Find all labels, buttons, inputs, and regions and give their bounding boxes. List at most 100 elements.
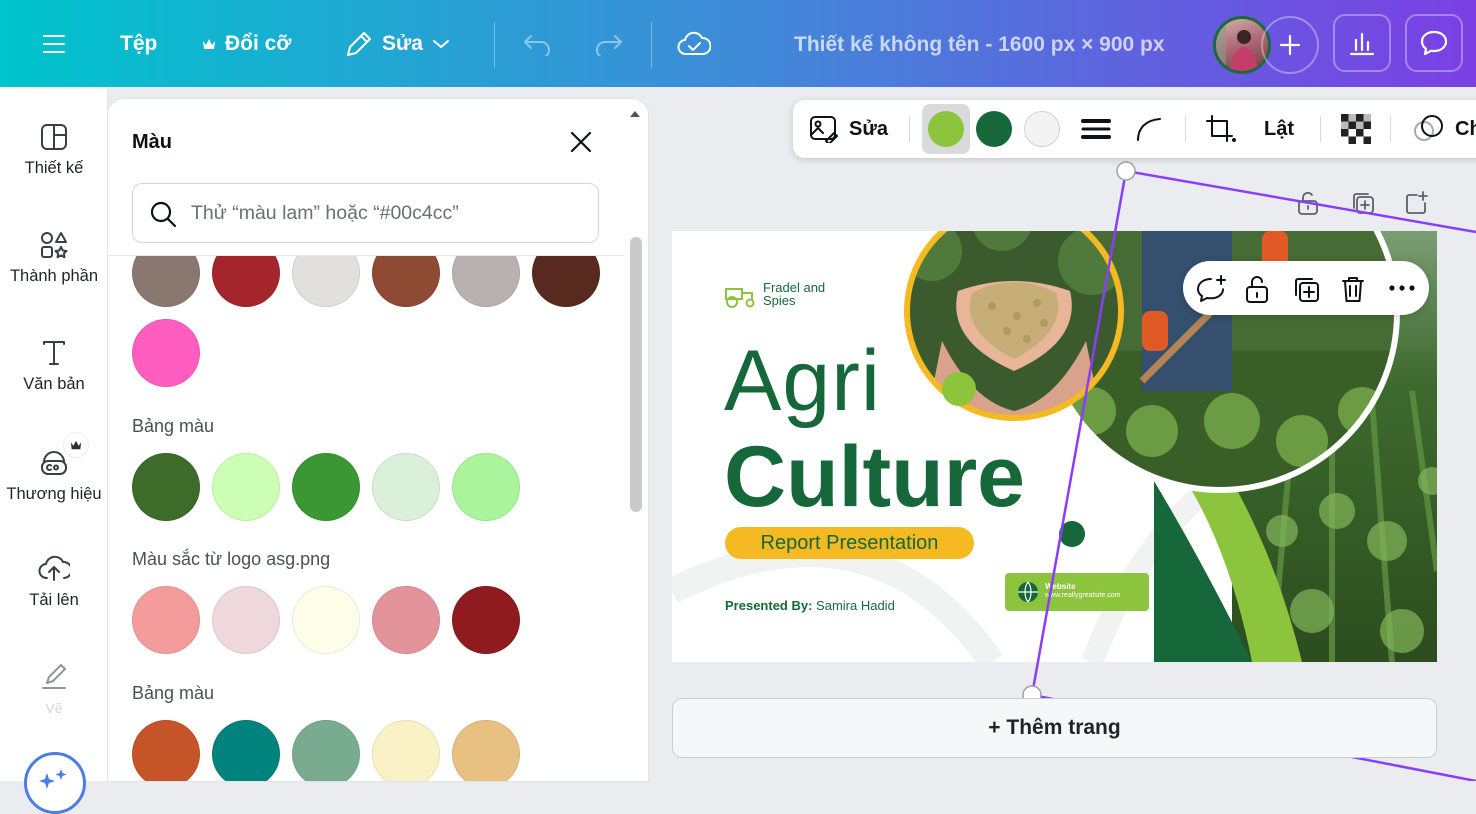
divider [494, 22, 495, 68]
resize-label: Đổi cỡ [225, 31, 292, 55]
save-status-button[interactable] [677, 0, 711, 87]
color-list: Bảng màu Màu sắc từ logo asg.png Bảng mà… [108, 255, 624, 781]
menu-button[interactable] [42, 0, 66, 87]
color-swatch[interactable] [452, 586, 520, 654]
color-swatch[interactable] [452, 453, 520, 521]
globe-icon [1018, 581, 1038, 603]
comments-button[interactable] [1405, 14, 1463, 72]
flip-button[interactable]: Lật [1264, 100, 1294, 158]
color-swatch[interactable] [372, 256, 440, 307]
duplicate-page-button[interactable] [1350, 190, 1376, 216]
color-swatch[interactable] [132, 319, 200, 387]
cloud-upload-icon [38, 555, 70, 581]
color-swatch[interactable] [292, 720, 360, 781]
corner-radius-icon [1137, 118, 1161, 141]
rotate-handle[interactable] [1116, 161, 1136, 181]
website-label: Website [1045, 582, 1076, 591]
edit-mode-label: Sửa [382, 31, 423, 55]
unlock-icon [1246, 276, 1268, 303]
insights-button[interactable] [1333, 14, 1391, 72]
document-title[interactable]: Thiết kế không tên - 1600 px × 900 px [794, 0, 1165, 87]
color-swatch[interactable] [292, 453, 360, 521]
add-collaborator-button[interactable] [1261, 16, 1319, 74]
color-swatch[interactable] [212, 720, 280, 781]
more-element-options-button[interactable] [1387, 274, 1417, 302]
lock-element-button[interactable] [1243, 274, 1271, 304]
color-swatch[interactable] [212, 586, 280, 654]
more-options-button[interactable]: Ch [1413, 100, 1476, 158]
crown-icon [203, 38, 215, 49]
transparency-button[interactable] [1341, 100, 1371, 158]
corner-rounding-button[interactable] [1135, 100, 1163, 158]
close-panel-button[interactable] [568, 129, 594, 155]
color-search-box [132, 183, 599, 243]
crop-icon [1206, 115, 1236, 142]
rail-item-draw[interactable]: Vẽ [0, 663, 108, 718]
color-swatch[interactable] [292, 256, 360, 307]
menu-icon [43, 34, 65, 53]
redo-icon [596, 34, 622, 56]
file-menu-button[interactable]: Tệp [120, 0, 157, 87]
delete-element-button[interactable] [1339, 274, 1367, 304]
color-swatch[interactable] [372, 586, 440, 654]
add-page-icon [1406, 191, 1428, 214]
color-swatch[interactable] [132, 453, 200, 521]
image-edit-icon [810, 116, 838, 143]
rail-item-brand[interactable]: Thương hiệu [0, 447, 108, 504]
color-swatch[interactable] [532, 256, 600, 307]
color-swatch[interactable] [372, 720, 440, 781]
scroll-up-arrow-icon [630, 111, 640, 117]
website-url: www.reallygreatsite.com [1045, 592, 1121, 599]
duplicate-element-button[interactable] [1291, 274, 1321, 304]
color-swatch[interactable] [292, 586, 360, 654]
report-pill: Report Presentation [725, 527, 974, 559]
undo-button[interactable] [522, 0, 554, 87]
border-weight-icon [1081, 119, 1111, 139]
add-page-icon-button[interactable] [1404, 190, 1430, 216]
presenter-name: Samira Hadid [816, 598, 895, 613]
side-rail: Thiết kế Thành phần Văn bản Thương hiệu … [0, 87, 108, 781]
resize-button[interactable]: Đổi cỡ [201, 0, 291, 87]
color-swatch[interactable] [212, 453, 280, 521]
color-swatch[interactable] [132, 256, 200, 307]
border-style-button[interactable] [1081, 100, 1111, 158]
rail-item-text[interactable]: Văn bản [0, 339, 108, 394]
color-chip[interactable] [928, 111, 964, 147]
brand-name: Fradel and Spies [763, 280, 826, 308]
color-search-input[interactable] [191, 184, 581, 242]
rail-item-uploads[interactable]: Tải lên [0, 555, 108, 610]
add-page-button[interactable]: + Thêm trang [672, 698, 1437, 758]
edit-image-button[interactable]: Sửa [809, 100, 888, 158]
edit-mode-button[interactable]: Sửa [344, 0, 451, 87]
color-swatch[interactable] [212, 256, 280, 307]
rail-label: Tải lên [29, 591, 79, 609]
lock-page-button[interactable] [1296, 190, 1320, 216]
rail-item-elements[interactable]: Thành phần [0, 231, 108, 286]
file-menu-label: Tệp [120, 31, 158, 55]
color-chip[interactable] [976, 111, 1012, 147]
trash-icon [1342, 277, 1364, 302]
color-swatch[interactable] [452, 720, 520, 781]
bar-chart-icon [1349, 32, 1375, 56]
color-swatch[interactable] [452, 256, 520, 307]
close-icon [570, 131, 592, 153]
more-options-label: Ch [1455, 117, 1476, 140]
presented-by-label: Presented By: [725, 598, 813, 613]
rail-label: Thiết kế [24, 159, 84, 177]
scrollbar-thumb[interactable] [630, 237, 642, 512]
duplicate-icon [1295, 278, 1319, 302]
panel-scrollbar[interactable] [624, 99, 646, 781]
color-chip[interactable] [1024, 111, 1060, 147]
redo-button[interactable] [592, 0, 624, 87]
presented-by: Presented By: Samira Hadid [725, 598, 895, 613]
add-comment-button[interactable] [1195, 274, 1227, 304]
color-swatch[interactable] [132, 586, 200, 654]
rail-label: Vẽ [45, 700, 63, 716]
rail-item-design[interactable]: Thiết kế [0, 123, 108, 178]
color-swatch[interactable] [372, 453, 440, 521]
color-swatch[interactable] [132, 720, 200, 781]
crop-button[interactable] [1205, 100, 1237, 158]
search-icon [150, 201, 177, 228]
section-label: Bảng màu [132, 683, 215, 703]
magic-button[interactable] [24, 752, 86, 814]
